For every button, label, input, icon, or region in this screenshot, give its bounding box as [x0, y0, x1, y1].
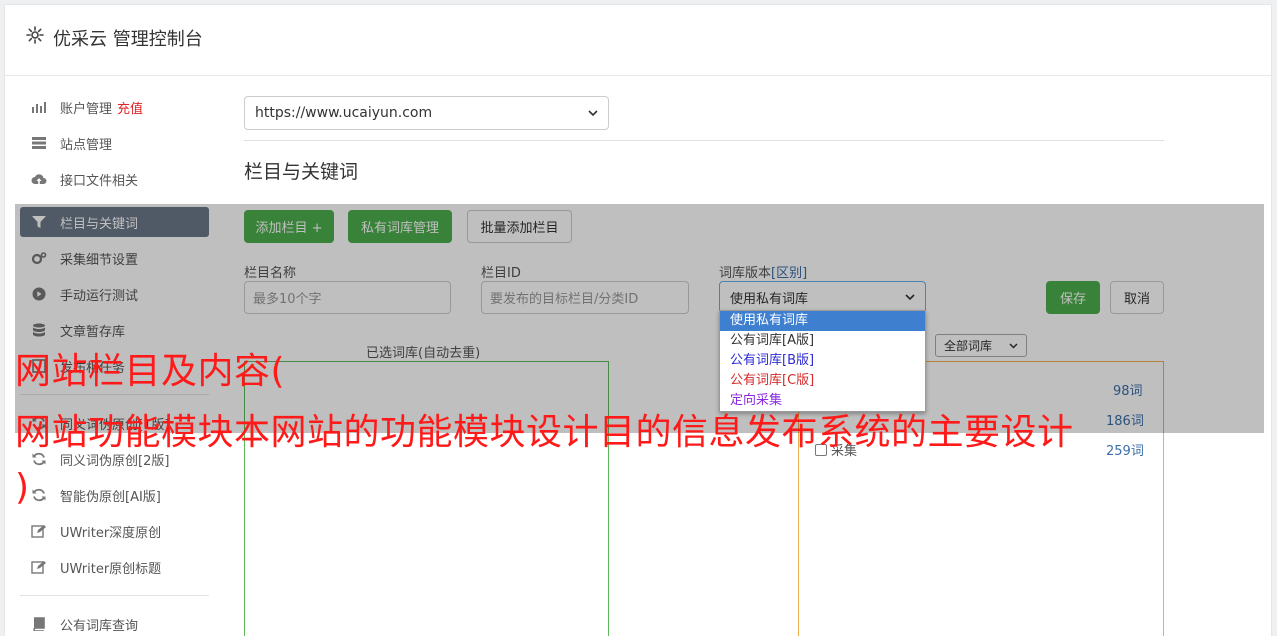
- sidebar-item-label: 接口文件相关: [60, 173, 139, 189]
- sidebar-item-label: 站点管理: [60, 137, 113, 153]
- page-title: 优采云 管理控制台: [53, 29, 203, 50]
- sidebar-item-account[interactable]: 账户管理 充值: [20, 92, 209, 122]
- gear-icon: [25, 25, 45, 45]
- watermark-line-2: 网站功能模块本网站的功能模块设计目的信息发布系统的主要设计: [15, 412, 1074, 453]
- watermark-line-3: ): [15, 467, 30, 508]
- sidebar-item-uwriter-title[interactable]: UWriter原创标题: [20, 552, 209, 582]
- edit-icon: [31, 560, 47, 574]
- version-option[interactable]: 公有词库[B版]: [720, 351, 925, 371]
- site-select-value: https://www.ucaiyun.com: [255, 105, 433, 121]
- edit-icon: [31, 524, 47, 538]
- chevron-down-icon: [588, 109, 598, 117]
- lib-count: 259词: [1106, 444, 1144, 459]
- sidebar-item-label: 智能伪原创[AI版]: [60, 489, 161, 505]
- version-option[interactable]: 公有词库[C版]: [720, 371, 925, 391]
- sidebar-item-label: 账户管理: [60, 101, 113, 117]
- sidebar-divider: [20, 595, 209, 596]
- divider: [244, 140, 1164, 141]
- version-dropdown[interactable]: 使用私有词库 公有词库[A版] 公有词库[B版] 公有词库[C版] 定向采集: [719, 310, 926, 412]
- sidebar-item-label: 公有词库查询: [60, 618, 139, 634]
- watermark-line-1: 网站栏目及内容(: [15, 351, 286, 392]
- sidebar-item-interface[interactable]: 接口文件相关: [20, 164, 209, 194]
- version-option[interactable]: 定向采集: [720, 391, 925, 411]
- book-icon: [31, 617, 47, 631]
- sidebar-item-label: UWriter深度原创: [60, 525, 162, 541]
- cloud-upload-icon: [31, 172, 47, 186]
- sidebar-item-ai-rewrite[interactable]: 智能伪原创[AI版]: [20, 480, 209, 510]
- version-option[interactable]: 公有词库[A版]: [720, 331, 925, 351]
- modal-overlay: [15, 204, 1264, 433]
- header: 优采云 管理控制台: [5, 5, 1271, 76]
- refresh-icon: [31, 488, 47, 502]
- site-select[interactable]: https://www.ucaiyun.com: [244, 96, 609, 130]
- version-option[interactable]: 使用私有词库: [720, 311, 925, 331]
- section-title: 栏目与关键词: [244, 161, 359, 183]
- sidebar-item-label: UWriter原创标题: [60, 561, 162, 577]
- sidebar-item-public-lib[interactable]: 公有词库查询: [20, 609, 209, 636]
- recharge-link[interactable]: 充值: [117, 98, 143, 117]
- server-icon: [31, 136, 47, 150]
- sidebar-item-uwriter-deep[interactable]: UWriter深度原创: [20, 516, 209, 546]
- sidebar-item-sites[interactable]: 站点管理: [20, 128, 209, 158]
- bar-chart-icon: [31, 100, 47, 114]
